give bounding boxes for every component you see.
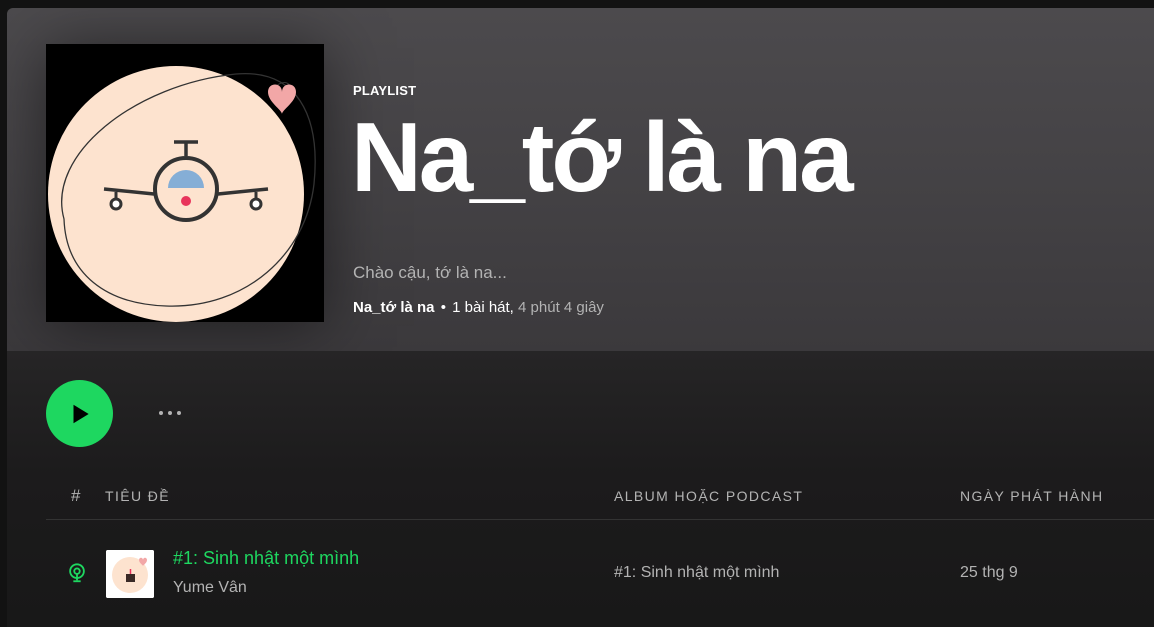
playlist-duration: 4 phút 4 giây [518,299,604,316]
podcast-icon [69,563,85,583]
track-artist[interactable]: Yume Vân [173,579,247,597]
column-header-album[interactable]: ALBUM HOẶC PODCAST [614,488,803,504]
playlist-title[interactable]: Na_tớ là na [351,101,854,214]
more-options-icon [159,411,163,415]
meta-separator: • [440,299,446,316]
column-header-date[interactable]: NGÀY PHÁT HÀNH [960,488,1104,504]
track-release-date: 25 thg 9 [960,564,1018,581]
playlist-meta: Na_tớ là na • 1 bài hát, 4 phút 4 giây [353,299,604,316]
main-view: PLAYLIST Na_tớ là na Chào cậu, tớ là na.… [7,8,1154,627]
owner-link[interactable]: Na_tớ là na [353,299,435,316]
song-count: 1 bài hát, [452,299,514,316]
column-header-index: # [71,486,81,505]
table-row[interactable]: #1: Sinh nhật một mình Yume Vân #1: Sinh… [46,538,1154,608]
play-icon [73,404,89,423]
track-album[interactable]: #1: Sinh nhật một mình [614,564,779,582]
play-button[interactable] [46,380,113,447]
playlist-header: PLAYLIST Na_tớ là na Chào cậu, tớ là na.… [7,8,1154,351]
column-header-title[interactable]: TIÊU ĐỀ [105,488,170,504]
airplane-cover-image [46,44,324,322]
track-thumbnail [106,550,154,598]
more-options-button[interactable] [148,400,192,426]
header-divider [46,519,1154,520]
playlist-type-label: PLAYLIST [353,83,417,98]
track-title[interactable]: #1: Sinh nhật một mình [173,548,359,569]
playlist-description: Chào cậu, tớ là na... [353,263,507,282]
playlist-cover[interactable] [46,44,324,322]
